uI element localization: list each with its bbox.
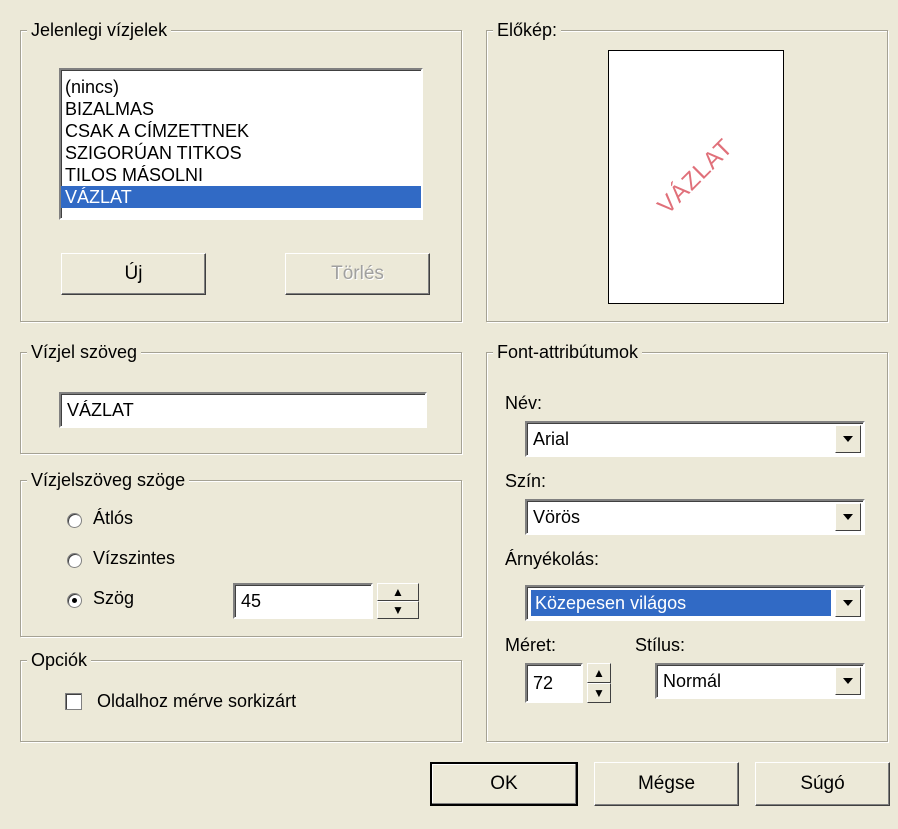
- list-item[interactable]: TILOS MÁSOLNI: [61, 164, 421, 186]
- font-name-select[interactable]: Arial: [525, 421, 865, 457]
- font-style-value: Normál: [663, 671, 722, 691]
- chevron-down-icon[interactable]: [835, 503, 861, 531]
- font-color-value: Vörös: [533, 507, 581, 527]
- options-group: Opciók Oldalhoz mérve sorkizárt: [20, 648, 462, 742]
- preview-group: Előkép: VÁZLAT: [486, 18, 888, 322]
- font-name-label: Név:: [505, 393, 543, 413]
- font-attributes-legend: Font-attribútumok: [493, 340, 643, 364]
- ok-button[interactable]: OK: [430, 762, 578, 806]
- delete-button[interactable]: Törlés: [285, 253, 430, 295]
- angle-spin-up[interactable]: ▲: [377, 583, 419, 601]
- horizontal-label: Vízszintes: [93, 548, 176, 568]
- preview-page: VÁZLAT: [608, 50, 784, 304]
- font-style-label: Stílus:: [635, 635, 686, 655]
- custom-angle-label: Szög: [93, 588, 135, 608]
- font-size-spin-up[interactable]: ▲: [587, 663, 611, 683]
- list-item[interactable]: CSAK A CÍMZETTNEK: [61, 120, 421, 142]
- cancel-button[interactable]: Mégse: [594, 762, 739, 806]
- current-watermarks-legend: Jelenlegi vízjelek: [27, 18, 172, 42]
- font-color-select[interactable]: Vörös: [525, 499, 865, 535]
- font-size-label: Méret:: [505, 635, 557, 655]
- new-button[interactable]: Új: [61, 253, 206, 295]
- fit-to-page-checkbox[interactable]: [65, 693, 82, 710]
- list-item-selected[interactable]: VÁZLAT: [61, 186, 421, 208]
- shading-label: Árnyékolás:: [505, 549, 600, 569]
- font-style-select[interactable]: Normál: [655, 663, 865, 699]
- angle-legend: Vízjelszöveg szöge: [27, 468, 190, 492]
- options-legend: Opciók: [27, 648, 92, 672]
- horizontal-radio[interactable]: [67, 553, 82, 568]
- font-size-value: 72: [533, 673, 554, 693]
- diagonal-radio[interactable]: [67, 513, 82, 528]
- angle-group: Vízjelszöveg szöge Átlós Vízszintes Szög…: [20, 468, 462, 637]
- shading-select[interactable]: Közepesen világos: [525, 585, 865, 621]
- current-watermarks-group: Jelenlegi vízjelek (nincs) BIZALMAS CSAK…: [20, 18, 462, 322]
- watermark-text-input[interactable]: VÁZLAT: [59, 392, 427, 428]
- preview-watermark-text: VÁZLAT: [652, 133, 739, 220]
- diagonal-label: Átlós: [93, 508, 134, 528]
- list-item[interactable]: BIZALMAS: [61, 98, 421, 120]
- shading-value: Közepesen világos: [531, 590, 831, 616]
- chevron-down-icon[interactable]: [835, 425, 861, 453]
- font-name-value: Arial: [533, 429, 570, 449]
- watermark-text-group: Vízjel szöveg VÁZLAT: [20, 340, 462, 454]
- chevron-down-icon[interactable]: [835, 589, 861, 617]
- font-color-label: Szín:: [505, 471, 547, 491]
- help-button[interactable]: Súgó: [755, 762, 890, 806]
- chevron-down-icon[interactable]: [835, 667, 861, 695]
- custom-angle-radio[interactable]: [67, 593, 82, 608]
- font-size-input[interactable]: 72: [525, 663, 583, 703]
- font-size-spin-down[interactable]: ▼: [587, 683, 611, 703]
- list-item[interactable]: (nincs): [61, 76, 421, 98]
- angle-spin-down[interactable]: ▼: [377, 601, 419, 619]
- watermark-text-value: VÁZLAT: [67, 400, 134, 420]
- preview-legend: Előkép:: [493, 18, 562, 42]
- watermark-list[interactable]: (nincs) BIZALMAS CSAK A CÍMZETTNEK SZIGO…: [59, 68, 423, 220]
- watermark-text-legend: Vízjel szöveg: [27, 340, 142, 364]
- angle-input[interactable]: 45: [233, 583, 373, 619]
- list-item[interactable]: SZIGORÚAN TITKOS: [61, 142, 421, 164]
- fit-to-page-label: Oldalhoz mérve sorkizárt: [97, 691, 297, 711]
- angle-value: 45: [241, 591, 262, 611]
- font-attributes-group: Font-attribútumok Név: Arial Szín: Vörös…: [486, 340, 888, 742]
